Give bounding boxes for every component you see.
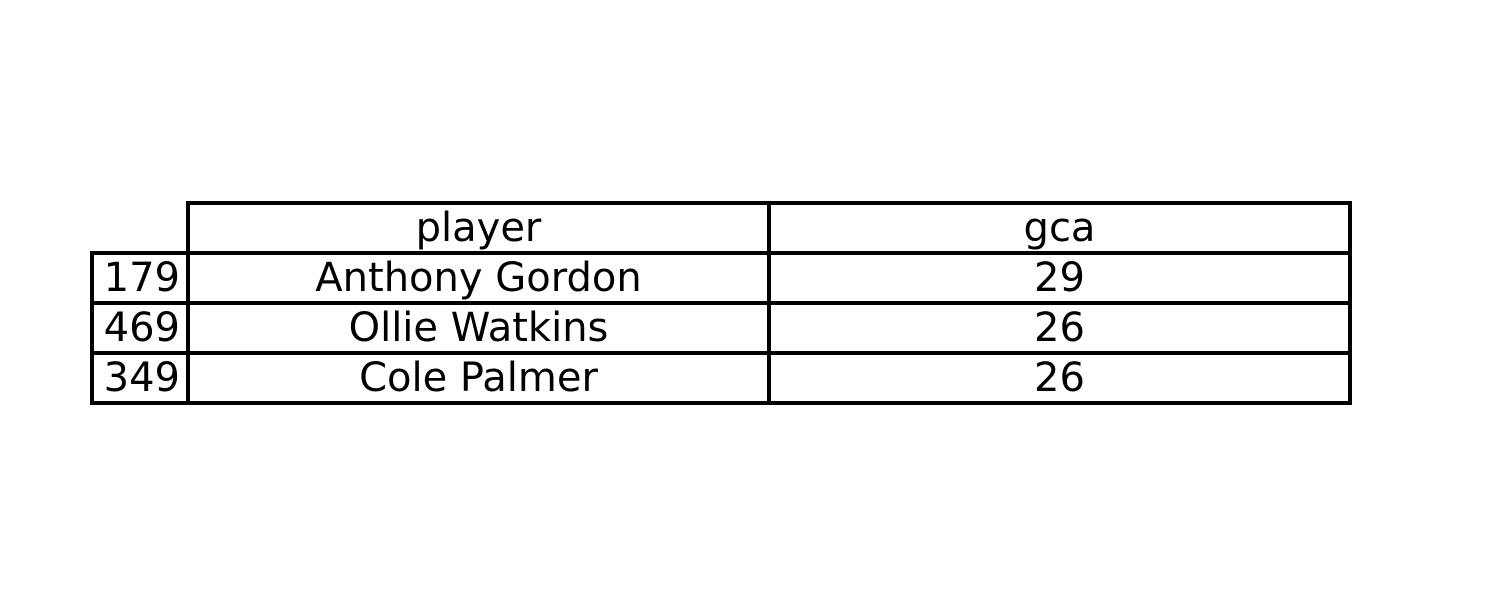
- table-row: 469 Ollie Watkins 26: [90, 301, 1352, 355]
- gca-value: 26: [1034, 305, 1085, 351]
- column-header-player: player: [416, 205, 542, 251]
- row-index-label: 469: [104, 305, 180, 351]
- data-table: player gca 179 Anthony Gordon 29 469 Oll…: [90, 201, 1352, 405]
- gca-value: 26: [1034, 355, 1085, 401]
- column-header-gca: gca: [1024, 205, 1096, 251]
- player-name: Cole Palmer: [359, 355, 598, 401]
- row-index-label: 349: [104, 355, 180, 401]
- table-row: 179 Anthony Gordon 29: [90, 251, 1352, 305]
- header-row: player gca: [186, 201, 1352, 255]
- gca-value: 29: [1034, 255, 1085, 301]
- table-row: 349 Cole Palmer 26: [90, 351, 1352, 405]
- row-index-label: 179: [104, 255, 180, 301]
- player-name: Anthony Gordon: [315, 255, 641, 301]
- player-name: Ollie Watkins: [349, 305, 609, 351]
